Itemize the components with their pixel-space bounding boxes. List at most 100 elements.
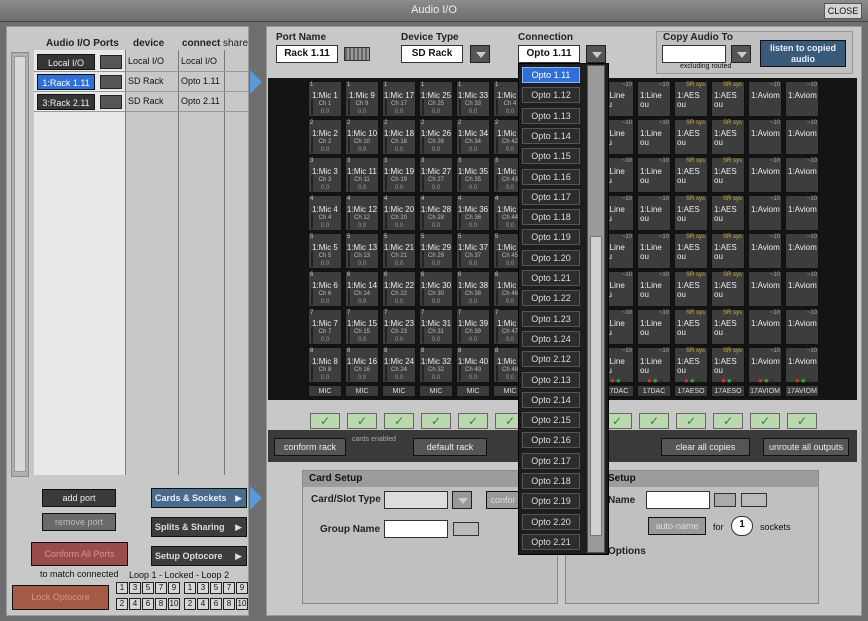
connection-option[interactable]: Opto 1.23 [522,310,580,327]
socket-count-field[interactable]: 1 [731,516,753,536]
port-row[interactable]: 1:Rack 1.11 SD Rack Opto 1.11 [34,72,249,92]
conform-all-ports-button[interactable]: Conform All Ports [31,542,128,566]
output-channel-cell[interactable]: 1:AES ou SR sys ●●● [711,347,745,385]
input-channel-cell[interactable]: 1 1:Mic 17 Ch 17 0.0 [382,81,416,117]
input-channel-cell[interactable]: 6 1:Mic 22 Ch 22 0.0 [382,271,416,307]
close-button[interactable]: CLOSE [824,3,862,19]
connection-option[interactable]: Opto 1.11 [522,67,580,83]
port-color-swatch[interactable] [100,55,122,69]
output-channel-cell[interactable]: 1:AES ou SR sys [674,157,708,193]
input-channel-cell[interactable]: 4 1:Mic 4 Ch 4 0.0 [308,195,342,231]
device-type-dropdown-icon[interactable] [470,45,490,63]
port-row[interactable]: 3:Rack 2.11 SD Rack Opto 2.11 [34,92,249,112]
device-type-field[interactable]: SD Rack [401,45,463,63]
column-enable-checkbox[interactable]: ✓ [787,413,817,429]
connection-option[interactable]: Opto 1.24 [522,330,580,347]
output-channel-cell[interactable]: 1:AES ou SR sys ●●● [674,347,708,385]
ports-scrollbar-thumb[interactable] [14,56,26,472]
connection-option[interactable]: Opto 2.21 [522,533,580,550]
conform-card-button[interactable]: confor [486,491,520,509]
output-channel-cell[interactable]: 1:AES ou SR sys [674,119,708,155]
output-channel-cell[interactable]: 1:Aviom ~10 [785,233,819,269]
connection-option[interactable]: Opto 1.17 [522,188,580,205]
card-slot-dropdown-icon[interactable] [452,491,472,509]
input-channel-cell[interactable]: 7 1:Mic 23 Ch 23 0.0 [382,309,416,345]
input-channel-cell[interactable]: 4 1:Mic 36 Ch 36 0.0 [456,195,490,231]
connection-option[interactable]: Opto 2.18 [522,473,580,489]
setup-optocore-button[interactable]: Setup Optocore ▶ [151,546,247,566]
input-channel-cell[interactable]: 5 1:Mic 37 Ch 37 0.0 [456,233,490,269]
input-channel-cell[interactable]: 4 1:Mic 28 Ch 28 0.0 [419,195,453,231]
input-channel-cell[interactable]: 1 1:Mic 1 Ch 1 0.0 [308,81,342,117]
column-enable-checkbox[interactable]: ✓ [713,413,743,429]
connection-option[interactable]: Opto 1.20 [522,249,580,266]
input-channel-cell[interactable]: 1 1:Mic 9 Ch 9 0.0 [345,81,379,117]
column-enable-checkbox[interactable]: ✓ [639,413,669,429]
input-channel-cell[interactable]: 7 1:Mic 39 Ch 39 0.0 [456,309,490,345]
connection-option[interactable]: Opto 2.13 [522,371,580,388]
column-enable-checkbox[interactable]: ✓ [384,413,414,429]
output-channel-cell[interactable]: 1:Line ou ~10 [637,157,671,193]
input-channel-cell[interactable]: 5 1:Mic 21 Ch 21 0.0 [382,233,416,269]
connection-option[interactable]: Opto 1.15 [522,148,580,165]
socket-name-field[interactable] [646,491,710,509]
output-channel-cell[interactable]: 1:AES ou SR sys [711,81,745,117]
connection-option[interactable]: Opto 2.20 [522,513,580,530]
input-channel-cell[interactable]: 1 1:Mic 25 Ch 25 0.0 [419,81,453,117]
output-channel-cell[interactable]: 1:AES ou SR sys [674,195,708,231]
input-channel-cell[interactable]: 3 1:Mic 35 Ch 35 0.0 [456,157,490,193]
output-channel-cell[interactable]: 1:Aviom ~10 [785,119,819,155]
group-name-field[interactable] [384,520,448,538]
connection-option[interactable]: Opto 1.14 [522,127,580,144]
input-channel-cell[interactable]: 7 1:Mic 15 Ch 15 0.0 [345,309,379,345]
output-channel-cell[interactable]: 1:Aviom ~10 [785,195,819,231]
column-enable-checkbox[interactable]: ✓ [676,413,706,429]
connection-option[interactable]: Opto 1.21 [522,270,580,286]
unroute-all-outputs-button[interactable]: unroute all outputs [763,438,849,456]
output-channel-cell[interactable]: 1:Line ou ~10 [637,119,671,155]
input-channel-cell[interactable]: 8 1:Mic 40 Ch 40 0.0 [456,347,490,383]
connection-option[interactable]: Opto 1.13 [522,107,580,124]
input-channel-cell[interactable]: 6 1:Mic 6 Ch 6 0.0 [308,271,342,307]
column-enable-checkbox[interactable]: ✓ [347,413,377,429]
output-channel-cell[interactable]: 1:Aviom ~10 [785,157,819,193]
listen-copied-button[interactable]: listen to copied audio [760,40,846,67]
dropdown-scrollbar[interactable] [587,65,605,553]
lock-optocore-button[interactable]: Lock Optocore [12,585,109,610]
auto-name-button[interactable]: auto-name [648,517,706,535]
port-color-swatch[interactable] [100,95,122,109]
column-enable-checkbox[interactable]: ✓ [310,413,340,429]
cards-sockets-button[interactable]: Cards & Sockets ▶ [151,488,247,508]
output-channel-cell[interactable]: 1:AES ou SR sys [711,233,745,269]
output-channel-cell[interactable]: 1:AES ou SR sys [711,271,745,307]
input-channel-cell[interactable]: 1 1:Mic 33 Ch 33 0.0 [456,81,490,117]
input-channel-cell[interactable]: 5 1:Mic 29 Ch 29 0.0 [419,233,453,269]
output-channel-cell[interactable]: 1:Aviom ~10 [785,309,819,345]
output-channel-cell[interactable]: 1:AES ou SR sys [711,157,745,193]
output-channel-cell[interactable]: 1:Aviom ~10 [748,271,782,307]
column-enable-checkbox[interactable]: ✓ [458,413,488,429]
remove-port-button[interactable]: remove port [42,513,116,531]
connection-option[interactable]: Opto 1.16 [522,168,580,185]
input-channel-cell[interactable]: 8 1:Mic 24 Ch 24 0.0 [382,347,416,383]
output-channel-cell[interactable]: 1:Aviom ~10 ●●● [785,347,819,385]
input-channel-cell[interactable]: 7 1:Mic 7 Ch 7 0.0 [308,309,342,345]
connection-option[interactable]: Opto 2.14 [522,391,580,408]
output-channel-cell[interactable]: 1:AES ou SR sys [711,195,745,231]
port-name[interactable]: 1:Rack 1.11 [37,74,95,90]
output-channel-cell[interactable]: 1:Aviom ~10 [748,233,782,269]
output-channel-cell[interactable]: 1:Aviom ~10 ●●● [748,347,782,385]
splits-sharing-button[interactable]: Splits & Sharing ▶ [151,517,247,537]
connection-option[interactable]: Opto 1.18 [522,209,580,226]
port-name[interactable]: 3:Rack 2.11 [37,94,95,110]
keyboard-icon[interactable] [453,522,479,536]
input-channel-cell[interactable]: 6 1:Mic 30 Ch 30 0.0 [419,271,453,307]
connection-option[interactable]: Opto 2.16 [522,432,580,449]
copy-audio-dropdown-icon[interactable] [731,45,751,63]
input-channel-cell[interactable]: 3 1:Mic 3 Ch 3 0.0 [308,157,342,193]
input-channel-cell[interactable]: 3 1:Mic 27 Ch 27 0.0 [419,157,453,193]
input-channel-cell[interactable]: 5 1:Mic 13 Ch 13 0.0 [345,233,379,269]
output-channel-cell[interactable]: 1:AES ou SR sys [674,309,708,345]
input-channel-cell[interactable]: 2 1:Mic 26 Ch 26 0.0 [419,119,453,155]
clear-all-copies-button[interactable]: clear all copies [661,438,750,456]
